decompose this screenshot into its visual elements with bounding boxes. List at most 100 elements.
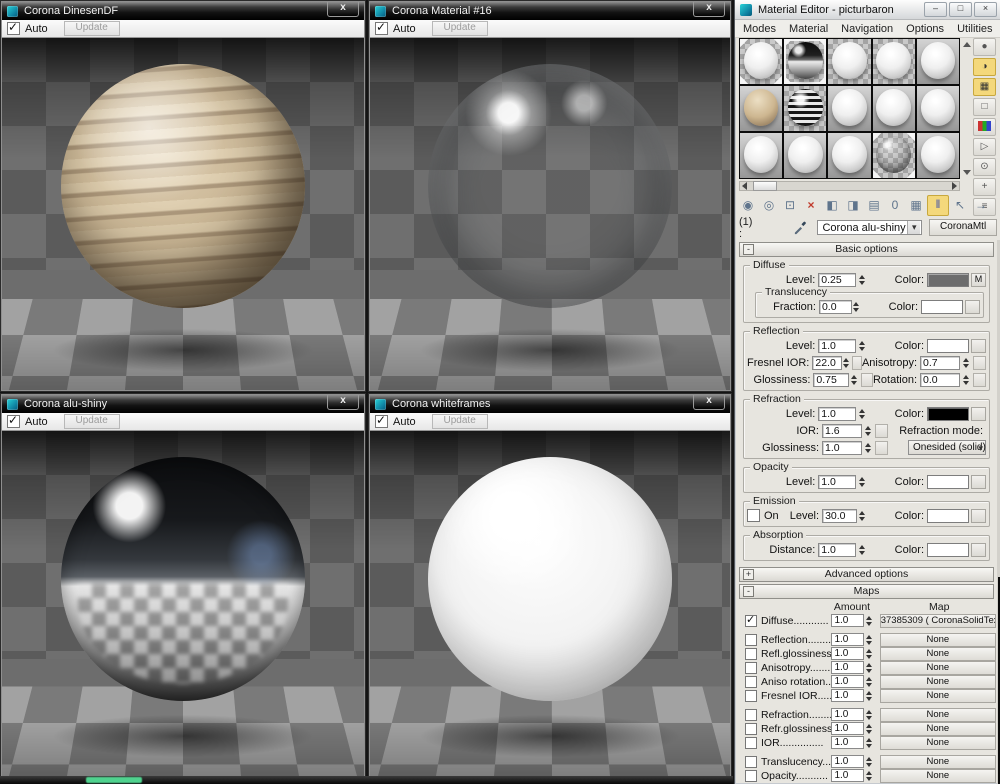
sample-slot-14[interactable] [873, 133, 915, 178]
assign-material-to-selection-icon[interactable]: ⊡ [780, 196, 800, 215]
refraction-map-button[interactable]: None [880, 708, 996, 722]
refraction-mode-dropdown[interactable]: Onesided (solid) [908, 440, 986, 455]
update-button[interactable]: Update [432, 414, 488, 429]
emission-color-swatch[interactable] [927, 509, 969, 523]
diffuse-level-spinner[interactable] [857, 273, 866, 286]
options-button[interactable]: ⊙ [973, 158, 996, 176]
reflection-color-map-button[interactable] [971, 339, 986, 353]
ior-map-button[interactable] [875, 424, 888, 438]
sample-slot-3[interactable] [828, 39, 870, 84]
sample-slot-11[interactable] [740, 133, 782, 178]
spinner-down-icon[interactable] [866, 763, 872, 767]
rotation-field[interactable]: 0.0 [920, 373, 960, 387]
fresnel-ior-amount-field[interactable]: 1.0 [831, 689, 864, 702]
collapse-icon[interactable]: - [743, 244, 754, 255]
spinner-up-icon[interactable] [866, 738, 872, 742]
absorption-color-swatch[interactable] [927, 543, 969, 557]
absorption-color-map-button[interactable] [971, 543, 986, 557]
reflection-color-swatch[interactable] [927, 339, 969, 353]
anisotropy-amount-field[interactable]: 1.0 [831, 661, 864, 674]
diffuse-map-button[interactable]: 37385309 ( CoronaSolidTex ) [880, 614, 996, 628]
glossiness-map-button[interactable] [861, 373, 873, 387]
aniso-rotation-amount-spinner[interactable] [865, 675, 874, 688]
emission-on-checkbox[interactable] [747, 509, 760, 522]
sample-slot-13[interactable] [828, 133, 870, 178]
emission-level-field[interactable]: 30.0 [822, 509, 857, 523]
reflglossiness-amount-field[interactable]: 1.0 [831, 647, 864, 660]
spinner-down-icon[interactable] [866, 622, 872, 626]
advanced-options-rollout[interactable]: + Advanced options [739, 567, 994, 582]
translucency-map-checkbox[interactable] [745, 756, 757, 768]
spinner-up-icon[interactable] [866, 677, 872, 681]
slots-scroll-up-button[interactable] [963, 42, 971, 47]
material-name-dropdown[interactable]: Corona alu-shiny [817, 220, 922, 235]
diffuse-color-swatch[interactable] [927, 273, 969, 287]
make-unique-icon[interactable]: ◨ [843, 196, 863, 215]
refraction-color-map-button[interactable] [971, 407, 986, 421]
menu-navigation[interactable]: Navigation [841, 23, 893, 35]
backlight-button[interactable]: ◑ [973, 58, 996, 76]
spinner-down-icon[interactable] [866, 730, 872, 734]
refraction-level-field[interactable]: 1.0 [818, 407, 856, 421]
spinner-down-icon[interactable] [866, 744, 872, 748]
menu-options[interactable]: Options [906, 23, 944, 35]
pick-material-eyedropper-icon[interactable] [793, 220, 807, 235]
scroll-right-icon[interactable] [952, 182, 957, 190]
emission-color-map-button[interactable] [971, 509, 986, 523]
anisotropy-field[interactable]: 0.7 [920, 356, 960, 370]
spinner-up-icon[interactable] [866, 691, 872, 695]
reflglossiness-map-checkbox[interactable] [745, 648, 757, 660]
spinner-down-icon[interactable] [866, 669, 872, 673]
close-button[interactable]: x [693, 395, 725, 410]
anisotropy-map-button[interactable]: None [880, 661, 996, 675]
refrglossiness-map-checkbox[interactable] [745, 723, 757, 735]
update-button[interactable]: Update [64, 414, 120, 429]
translucency-amount-field[interactable]: 1.0 [831, 755, 864, 768]
spinner-up-icon[interactable] [866, 663, 872, 667]
menu-utilities[interactable]: Utilities [957, 23, 992, 35]
maximize-button[interactable]: □ [949, 2, 972, 17]
opacity-map-button[interactable]: None [880, 769, 996, 783]
refraction-level-spinner[interactable] [857, 407, 866, 420]
update-button[interactable]: Update [432, 21, 488, 36]
anisotropy-map-checkbox[interactable] [745, 662, 757, 674]
material-type-button[interactable]: CoronaMtl [929, 219, 997, 236]
update-button[interactable]: Update [64, 21, 120, 36]
scrollbar-thumb[interactable] [753, 181, 777, 191]
refraction-glossiness-map-button[interactable] [875, 441, 888, 455]
collapse-icon[interactable]: - [743, 586, 754, 597]
refraction-color-swatch[interactable] [927, 407, 969, 421]
reflection-map-checkbox[interactable] [745, 634, 757, 646]
spinner-up-icon[interactable] [866, 710, 872, 714]
reflection-amount-field[interactable]: 1.0 [831, 633, 864, 646]
close-button[interactable]: x [327, 395, 359, 410]
fresnel-ior-map-button[interactable] [852, 356, 862, 370]
spinner-up-icon[interactable] [866, 771, 872, 775]
reflglossiness-map-button[interactable]: None [880, 647, 996, 661]
menu-modes[interactable]: Modes [743, 23, 776, 35]
opacity-amount-field[interactable]: 1.0 [831, 769, 864, 782]
ior-map-button[interactable]: None [880, 736, 996, 750]
editor-titlebar[interactable]: Material Editor - picturbaron – □ × [735, 0, 1000, 20]
spinner-down-icon[interactable] [866, 655, 872, 659]
minimize-button[interactable]: – [924, 2, 947, 17]
aniso-rotation-map-button[interactable]: None [880, 675, 996, 689]
sample-slot-8[interactable] [828, 86, 870, 131]
refrglossiness-amount-field[interactable]: 1.0 [831, 722, 864, 735]
sample-uv-tiling-button[interactable]: □ [973, 98, 996, 116]
refraction-glossiness-spinner[interactable] [863, 441, 872, 454]
sample-slot-7[interactable] [784, 86, 826, 131]
sample-slot-5[interactable] [917, 39, 959, 84]
spinner-down-icon[interactable] [866, 683, 872, 687]
expand-icon[interactable]: + [743, 569, 754, 580]
translucency-color-map-button[interactable] [965, 300, 980, 314]
fresnel-ior-spinner[interactable] [843, 356, 849, 369]
ior-map-checkbox[interactable] [745, 737, 757, 749]
go-forward-to-sibling-icon[interactable]: → [971, 196, 991, 215]
maps-rollout[interactable]: - Maps [739, 584, 994, 599]
reflection-map-button[interactable]: None [880, 633, 996, 647]
spinner-up-icon[interactable] [866, 724, 872, 728]
auto-checkbox[interactable] [7, 415, 20, 428]
auto-checkbox[interactable] [375, 415, 388, 428]
close-button[interactable]: × [974, 2, 997, 17]
